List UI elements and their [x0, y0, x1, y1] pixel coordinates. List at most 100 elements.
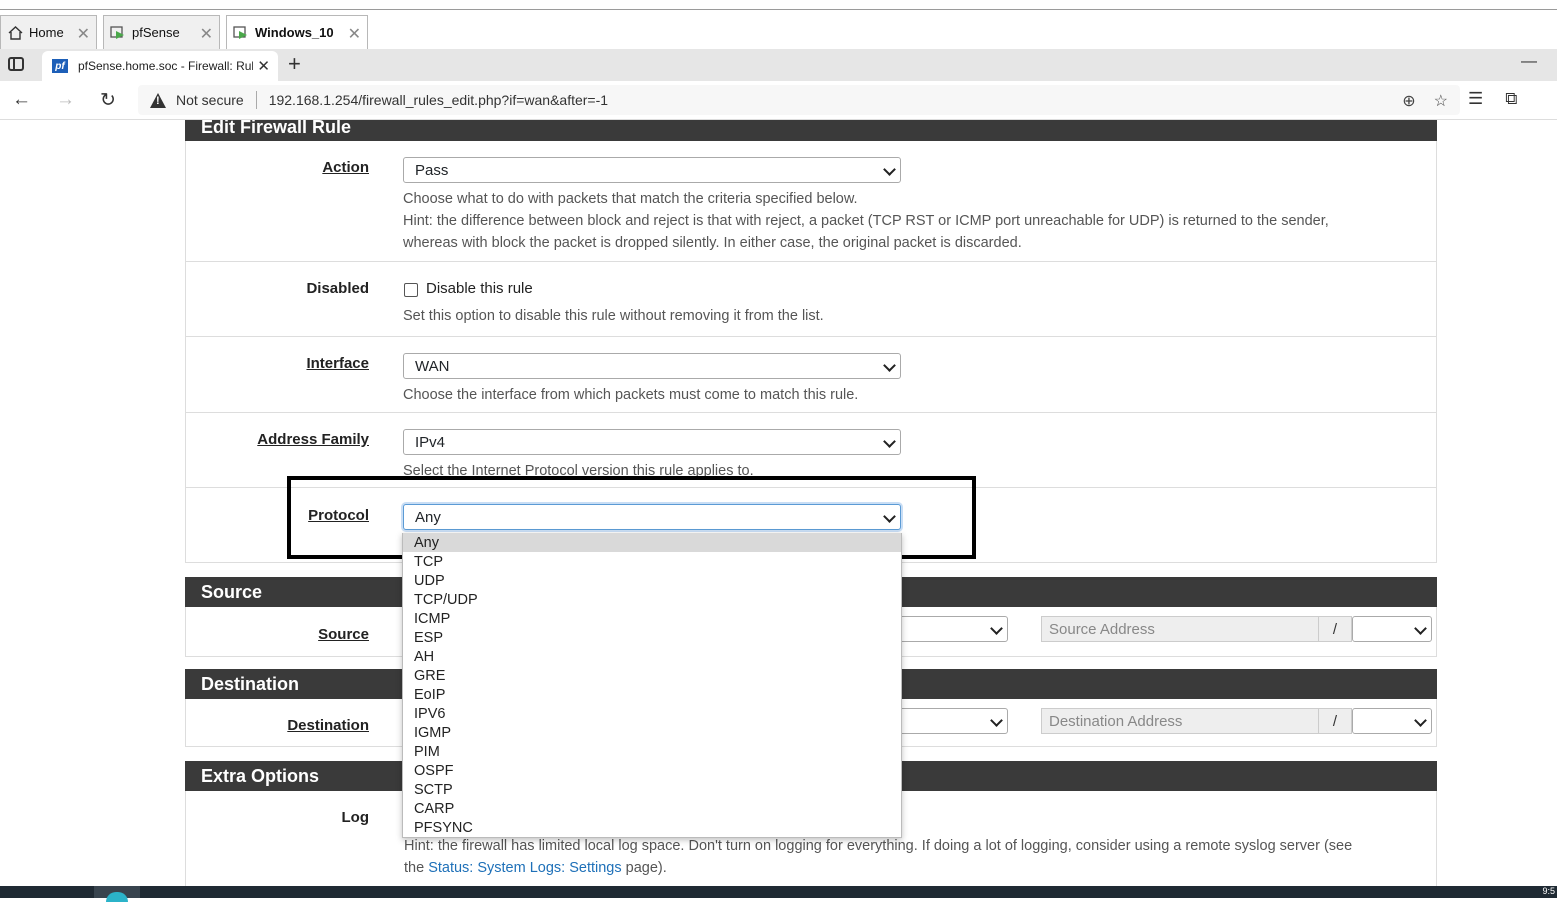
- interface-row: Interface WAN Choose the interface from …: [186, 337, 1436, 413]
- address-family-select-value: IPv4: [415, 433, 446, 451]
- source-label[interactable]: Source: [318, 626, 369, 643]
- chevron-down-icon: [990, 714, 1003, 727]
- interface-label[interactable]: Interface: [306, 355, 369, 372]
- destination-mask-select[interactable]: [1352, 708, 1432, 734]
- dropdown-option[interactable]: IGMP: [403, 723, 901, 742]
- new-tab-icon[interactable]: +: [288, 51, 301, 77]
- dropdown-option[interactable]: ICMP: [403, 609, 901, 628]
- action-help: Choose what to do with packets that matc…: [403, 188, 1329, 254]
- add-favorite-icon[interactable]: ☆: [1434, 93, 1448, 110]
- dropdown-option[interactable]: Any: [403, 533, 901, 552]
- dropdown-option[interactable]: EoIP: [403, 685, 901, 704]
- destination-label[interactable]: Destination: [287, 717, 369, 734]
- source-mask-select[interactable]: [1352, 616, 1432, 642]
- tab-actions-icon[interactable]: [8, 57, 24, 71]
- dropdown-option[interactable]: TCP/UDP: [403, 590, 901, 609]
- system-logs-settings-link[interactable]: Status: System Logs: Settings: [428, 860, 621, 876]
- interface-help: Choose the interface from which packets …: [403, 387, 859, 403]
- log-help: Hint: the firewall has limited local log…: [404, 835, 1352, 879]
- action-label[interactable]: Action: [322, 159, 369, 176]
- vm-console-icon: [110, 25, 126, 41]
- panel-title: Extra Options: [201, 765, 320, 786]
- favorites-icon[interactable]: ☰: [1468, 89, 1483, 108]
- back-arrow-icon[interactable]: ←: [12, 89, 31, 111]
- dropdown-option[interactable]: PIM: [403, 742, 901, 761]
- dropdown-option[interactable]: SCTP: [403, 780, 901, 799]
- security-status[interactable]: Not secure: [176, 92, 244, 108]
- disabled-row: Disabled Disable this rule Set this opti…: [186, 262, 1436, 337]
- help-line: whereas with block the packet is dropped…: [403, 235, 1022, 251]
- browser-tab-row: pf pfSense.home.soc - Firewall: Rule ✕ +…: [0, 49, 1557, 81]
- help-text: the: [404, 860, 429, 876]
- edit-rule-panel-header: Edit Firewall Rule: [185, 120, 1437, 141]
- slash-label: /: [1318, 616, 1352, 642]
- url-text[interactable]: 192.168.1.254/firewall_rules_edit.php?if…: [269, 92, 608, 108]
- help-text: page).: [621, 860, 667, 876]
- log-label: Log: [341, 809, 370, 826]
- chevron-down-icon: [883, 359, 896, 372]
- address-family-select[interactable]: IPv4: [403, 429, 901, 455]
- browser-tab-active[interactable]: pf pfSense.home.soc - Firewall: Rule ✕: [42, 51, 278, 81]
- destination-address-input[interactable]: Destination Address: [1041, 708, 1319, 734]
- interface-select[interactable]: WAN: [403, 353, 901, 379]
- chevron-down-icon: [1414, 622, 1427, 635]
- vm-tab-label: Windows_10: [255, 25, 334, 40]
- disabled-label: Disabled: [306, 280, 369, 297]
- clock: 9:5: [1542, 886, 1555, 896]
- close-icon[interactable]: ✕: [200, 24, 213, 44]
- help-line: Hint: the firewall has limited local log…: [404, 838, 1353, 854]
- protocol-dropdown-list[interactable]: Any TCP UDP TCP/UDP ICMP ESP AH GRE EoIP…: [402, 533, 902, 838]
- chevron-down-icon: [990, 622, 1003, 635]
- warning-icon: [150, 92, 166, 108]
- help-line: Choose what to do with packets that matc…: [403, 191, 858, 207]
- toolbar-icons: ☰ ⧉: [1468, 89, 1539, 109]
- vm-tab-home[interactable]: Home ✕: [0, 15, 97, 49]
- dropdown-option[interactable]: CARP: [403, 799, 901, 818]
- chevron-down-icon: [883, 163, 896, 176]
- close-icon[interactable]: ✕: [77, 24, 90, 44]
- chevron-down-icon: [1414, 714, 1427, 727]
- vm-tab-strip: Home ✕ pfSense ✕ Windows_10 ✕: [0, 10, 1557, 49]
- dropdown-option[interactable]: GRE: [403, 666, 901, 685]
- address-family-label[interactable]: Address Family: [257, 431, 369, 448]
- divider: [255, 91, 257, 109]
- dropdown-option[interactable]: ESP: [403, 628, 901, 647]
- address-bar-row: ← → ↻ Not secure 192.168.1.254/firewall_…: [0, 81, 1557, 120]
- action-select-value: Pass: [415, 161, 449, 179]
- help-line: the Status: System Logs: Settings page).: [404, 857, 1352, 879]
- collections-icon[interactable]: ⧉: [1505, 89, 1517, 108]
- panel-title: Destination: [201, 673, 300, 694]
- forward-arrow-icon[interactable]: →: [56, 89, 75, 111]
- action-select[interactable]: Pass: [403, 157, 901, 183]
- address-bar[interactable]: Not secure 192.168.1.254/firewall_rules_…: [138, 85, 1460, 115]
- home-icon: [7, 25, 23, 41]
- action-row: Action Pass Choose what to do with packe…: [186, 141, 1436, 262]
- interface-select-value: WAN: [415, 357, 450, 375]
- pfsense-favicon-icon: pf: [52, 59, 68, 73]
- chevron-down-icon: [883, 435, 896, 448]
- page-content: Edit Firewall Rule Action Pass Choose wh…: [0, 120, 1557, 886]
- panel-title: Source: [201, 581, 263, 602]
- source-address-input[interactable]: Source Address: [1041, 616, 1319, 642]
- zoom-icon[interactable]: ⊕: [1402, 93, 1415, 110]
- disable-rule-checkbox[interactable]: [404, 283, 418, 297]
- dropdown-option[interactable]: UDP: [403, 571, 901, 590]
- vm-tab-windows10[interactable]: Windows_10 ✕: [226, 15, 368, 49]
- vm-tab-label: Home: [29, 25, 64, 40]
- refresh-icon[interactable]: ↻: [100, 89, 116, 112]
- dropdown-option[interactable]: OSPF: [403, 761, 901, 780]
- vm-tab-label: pfSense: [132, 25, 180, 40]
- vm-tab-pfsense[interactable]: pfSense ✕: [103, 15, 220, 49]
- dropdown-option[interactable]: PFSYNC: [403, 818, 901, 837]
- dropdown-option[interactable]: TCP: [403, 552, 901, 571]
- dropdown-option[interactable]: AH: [403, 647, 901, 666]
- taskbar: 9:5: [0, 886, 1557, 902]
- minimize-icon[interactable]: —: [1521, 53, 1537, 71]
- close-icon[interactable]: ✕: [348, 24, 361, 44]
- omnibox-icons: ⊕ ☆: [1384, 91, 1448, 111]
- close-tab-icon[interactable]: ✕: [257, 57, 270, 75]
- disabled-help: Set this option to disable this rule wit…: [403, 308, 824, 324]
- panel-title: Edit Firewall Rule: [201, 120, 352, 137]
- disable-rule-checkbox-label[interactable]: Disable this rule: [426, 280, 533, 297]
- dropdown-option[interactable]: IPV6: [403, 704, 901, 723]
